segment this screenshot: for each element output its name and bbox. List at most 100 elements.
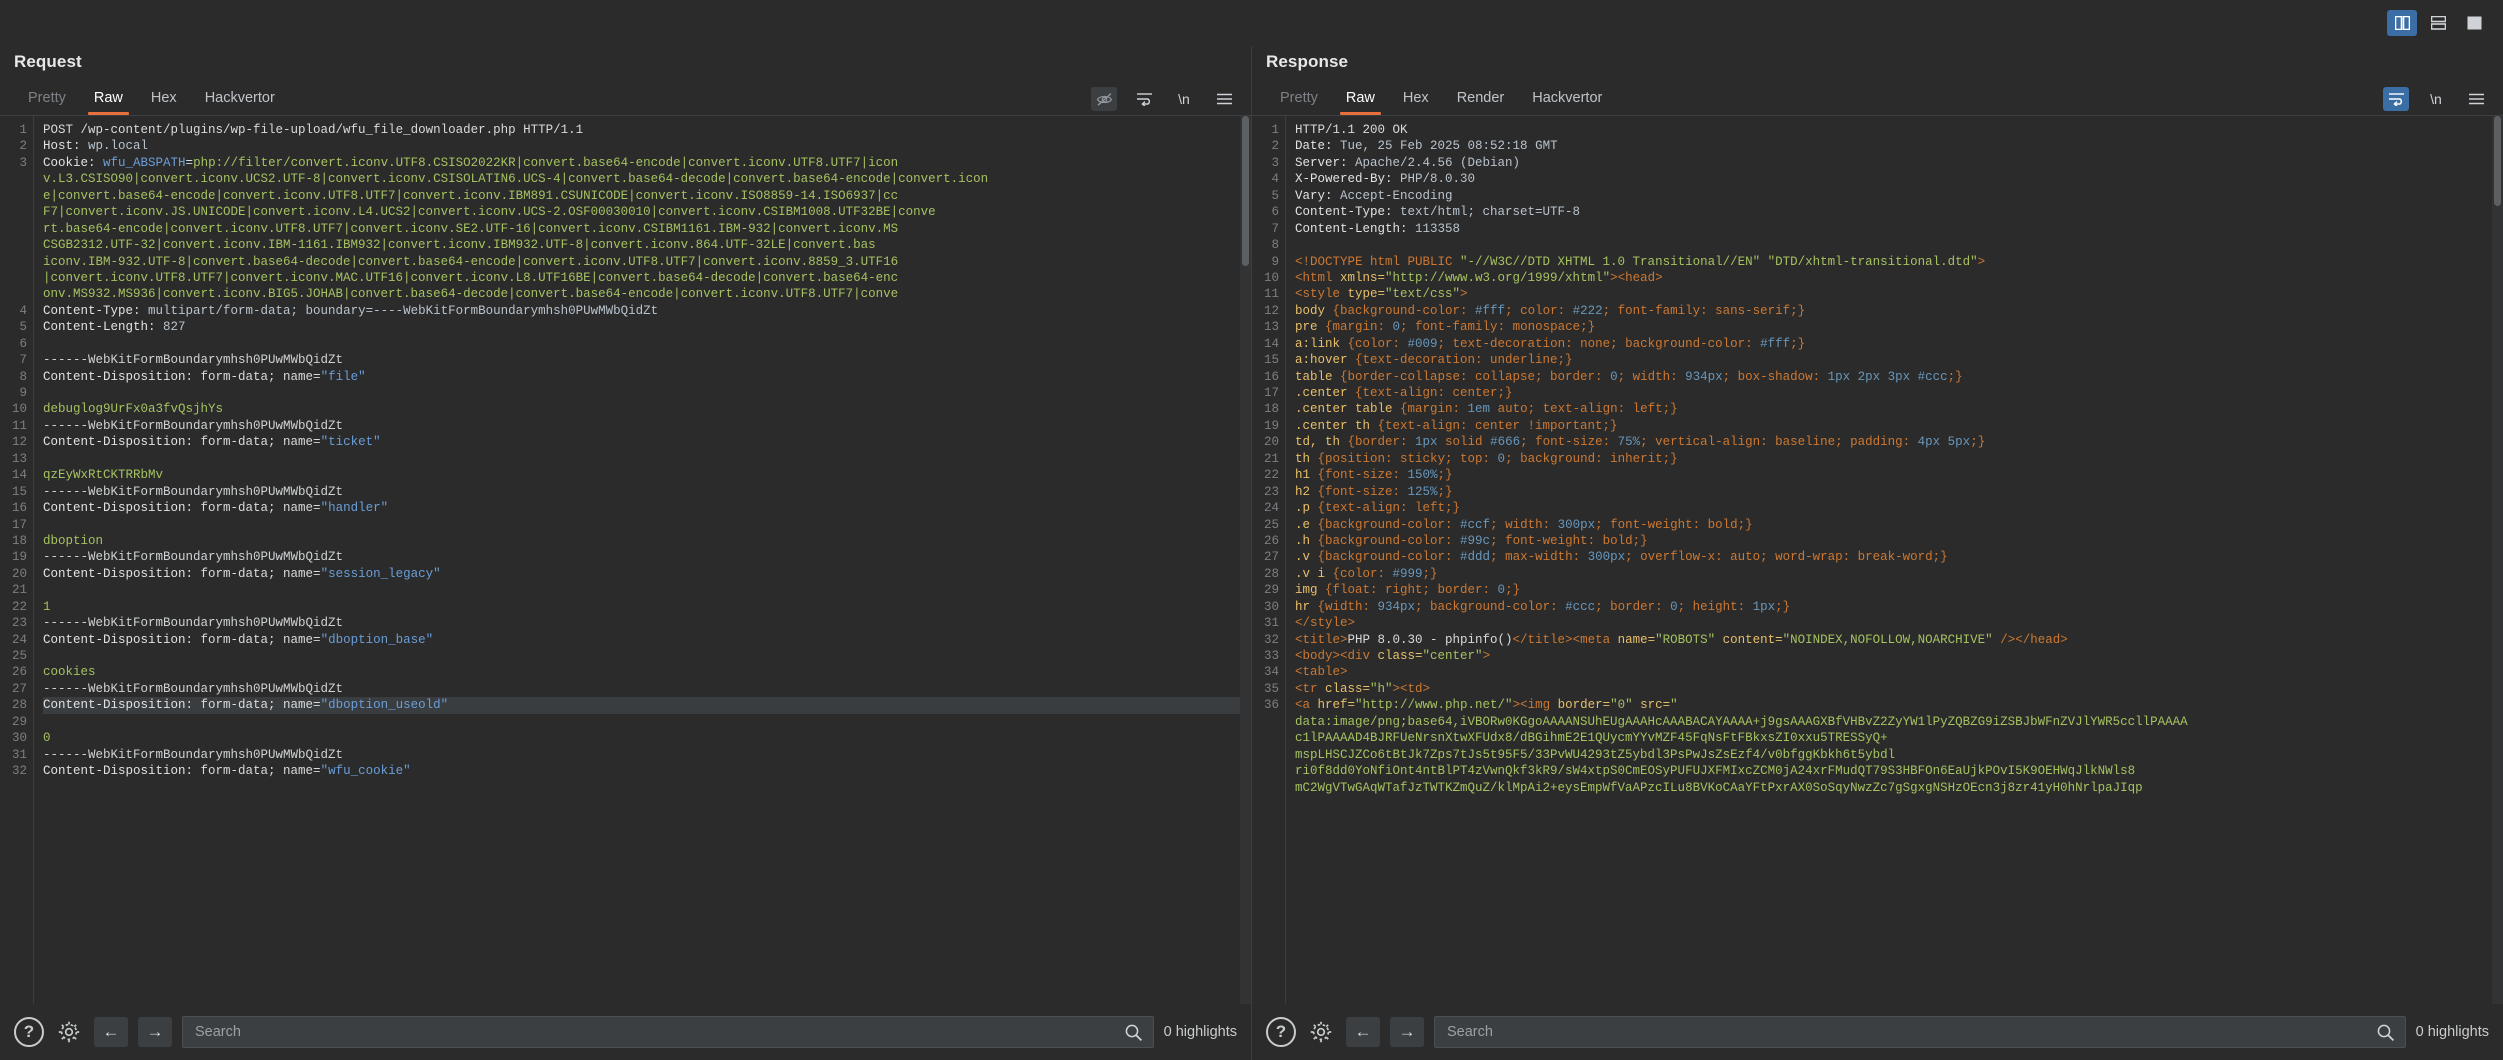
code-line[interactable]: mspLHSCJZCo6tBtJk7Zps7tJs5t95F5/33PvWU42… bbox=[1295, 747, 2503, 763]
code-line[interactable]: |convert.iconv.UTF8.UTF7|convert.iconv.M… bbox=[43, 270, 1251, 286]
code-line[interactable]: a:hover {text-decoration: underline;} bbox=[1295, 352, 2503, 368]
code-line[interactable]: </style> bbox=[1295, 615, 2503, 631]
code-line[interactable]: <table> bbox=[1295, 664, 2503, 680]
code-line[interactable]: ------WebKitFormBoundarymhsh0PUwMWbQidZt bbox=[43, 615, 1251, 631]
code-line[interactable]: 1 bbox=[43, 599, 1251, 615]
tab-request-raw[interactable]: Raw bbox=[80, 86, 137, 115]
code-line[interactable]: CSGB2312.UTF-32|convert.iconv.IBM-1161.I… bbox=[43, 237, 1251, 253]
code-line[interactable]: ------WebKitFormBoundarymhsh0PUwMWbQidZt bbox=[43, 549, 1251, 565]
code-line[interactable]: Content-Disposition: form-data; name="ha… bbox=[43, 500, 1251, 516]
code-line[interactable]: Cookie: wfu_ABSPATH=php://filter/convert… bbox=[43, 155, 1251, 171]
code-line[interactable]: F7|convert.iconv.JS.UNICODE|convert.icon… bbox=[43, 204, 1251, 220]
code-line[interactable] bbox=[43, 336, 1251, 352]
tab-response-pretty[interactable]: Pretty bbox=[1266, 86, 1332, 115]
code-line[interactable]: .center th {text-align: center !importan… bbox=[1295, 418, 2503, 434]
code-line[interactable]: Content-Length: 827 bbox=[43, 319, 1251, 335]
tab-response-hackvertor[interactable]: Hackvertor bbox=[1518, 86, 1616, 115]
word-wrap-icon-button[interactable] bbox=[1131, 87, 1157, 111]
code-line[interactable] bbox=[43, 451, 1251, 467]
tab-response-render[interactable]: Render bbox=[1443, 86, 1519, 115]
hide-eye-icon-button[interactable] bbox=[1091, 87, 1117, 111]
code-line[interactable]: hr {width: 934px; background-color: #ccc… bbox=[1295, 599, 2503, 615]
code-line[interactable]: Content-Disposition: form-data; name="se… bbox=[43, 566, 1251, 582]
code-line[interactable]: body {background-color: #fff; color: #22… bbox=[1295, 303, 2503, 319]
code-line[interactable]: e|convert.base64-encode|convert.iconv.UT… bbox=[43, 188, 1251, 204]
code-line[interactable]: .v {background-color: #ddd; max-width: 3… bbox=[1295, 549, 2503, 565]
code-line[interactable]: img {float: right; border: 0;} bbox=[1295, 582, 2503, 598]
code-line[interactable]: .p {text-align: left;} bbox=[1295, 500, 2503, 516]
code-line[interactable]: <tr class="h"><td> bbox=[1295, 681, 2503, 697]
code-line[interactable] bbox=[43, 385, 1251, 401]
code-line[interactable]: Content-Type: multipart/form-data; bound… bbox=[43, 303, 1251, 319]
code-line[interactable]: a:link {color: #009; text-decoration: no… bbox=[1295, 336, 2503, 352]
settings-gear-button[interactable] bbox=[1306, 1017, 1336, 1047]
request-scrollbar-thumb[interactable] bbox=[1242, 116, 1249, 266]
code-line[interactable]: .h {background-color: #99c; font-weight:… bbox=[1295, 533, 2503, 549]
code-line[interactable]: <html xmlns="http://www.w3.org/1999/xhtm… bbox=[1295, 270, 2503, 286]
code-line[interactable] bbox=[43, 648, 1251, 664]
code-line[interactable]: Host: wp.local bbox=[43, 138, 1251, 154]
code-line[interactable]: Content-Disposition: form-data; name="ti… bbox=[43, 434, 1251, 450]
tab-request-pretty[interactable]: Pretty bbox=[14, 86, 80, 115]
code-line[interactable]: ri0f8dd0YoNfiOnt4ntBlPT4zVwnQkf3kR9/sW4x… bbox=[1295, 763, 2503, 779]
request-editor[interactable]: 1 2 3 4 5 6 7 8 9 10 11 12 13 14 15 16 17 18 19 20 21 22 23 24 2… bbox=[0, 115, 1251, 1004]
code-line[interactable]: Content-Length: 113358 bbox=[1295, 221, 2503, 237]
code-line[interactable]: ------WebKitFormBoundarymhsh0PUwMWbQidZt bbox=[43, 352, 1251, 368]
code-line[interactable]: <title>PHP 8.0.30 - phpinfo()</title><me… bbox=[1295, 632, 2503, 648]
split-vertical-view-button[interactable] bbox=[2387, 10, 2417, 36]
code-line[interactable] bbox=[43, 582, 1251, 598]
code-line[interactable]: .e {background-color: #ccf; width: 300px… bbox=[1295, 517, 2503, 533]
show-newlines-icon-button[interactable]: \n bbox=[2423, 87, 2449, 111]
code-line[interactable]: ------WebKitFormBoundarymhsh0PUwMWbQidZt bbox=[43, 681, 1251, 697]
request-search-input[interactable] bbox=[193, 1023, 1124, 1041]
code-line[interactable]: Content-Disposition: form-data; name="wf… bbox=[43, 763, 1251, 779]
search-next-button[interactable]: → bbox=[138, 1017, 172, 1047]
code-line[interactable]: h1 {font-size: 150%;} bbox=[1295, 467, 2503, 483]
word-wrap-icon-button[interactable] bbox=[2383, 87, 2409, 111]
single-view-button[interactable] bbox=[2459, 10, 2489, 36]
code-line[interactable]: c1lPAAAAD4BJRFUeNrsnXtwXFUdx8/dBGihmE2E1… bbox=[1295, 730, 2503, 746]
tab-response-raw[interactable]: Raw bbox=[1332, 86, 1389, 115]
response-editor[interactable]: 1 2 3 4 5 6 7 8 9 10 11 12 13 14 15 16 17 18 19 20 21 22 23 24 2… bbox=[1252, 115, 2503, 1004]
code-line[interactable]: onv.MS932.MS936|convert.iconv.BIG5.JOHAB… bbox=[43, 286, 1251, 302]
code-line[interactable]: Content-Disposition: form-data; name="db… bbox=[43, 697, 1251, 714]
code-line[interactable]: iconv.IBM-932.UTF-8|convert.base64-decod… bbox=[43, 254, 1251, 270]
code-line[interactable]: data:image/png;base64,iVBORw0KGgoAAAANSU… bbox=[1295, 714, 2503, 730]
response-search-input[interactable] bbox=[1445, 1023, 2376, 1041]
request-search-box[interactable] bbox=[182, 1016, 1154, 1048]
code-line[interactable]: ------WebKitFormBoundarymhsh0PUwMWbQidZt bbox=[43, 484, 1251, 500]
editor-menu-icon-button[interactable] bbox=[1211, 87, 1237, 111]
tab-request-hex[interactable]: Hex bbox=[137, 86, 191, 115]
editor-menu-icon-button[interactable] bbox=[2463, 87, 2489, 111]
response-code-body[interactable]: HTTP/1.1 200 OK Date: Tue, 25 Feb 2025 08… bbox=[1286, 116, 2503, 1004]
code-line[interactable]: dboption bbox=[43, 533, 1251, 549]
code-line[interactable]: Vary: Accept-Encoding bbox=[1295, 188, 2503, 204]
code-line[interactable]: h2 {font-size: 125%;} bbox=[1295, 484, 2503, 500]
code-line[interactable]: th {position: sticky; top: 0; background… bbox=[1295, 451, 2503, 467]
code-line[interactable]: <body><div class="center"> bbox=[1295, 648, 2503, 664]
code-line[interactable]: v.L3.CSISO90|convert.iconv.UCS2.UTF-8|co… bbox=[43, 171, 1251, 187]
tab-request-hackvertor[interactable]: Hackvertor bbox=[191, 86, 289, 115]
code-line[interactable]: .center table {margin: 1em auto; text-al… bbox=[1295, 401, 2503, 417]
response-vertical-scrollbar[interactable] bbox=[2492, 116, 2503, 1004]
code-line[interactable] bbox=[43, 714, 1251, 730]
code-line[interactable]: POST /wp-content/plugins/wp-file-upload/… bbox=[43, 122, 1251, 138]
split-horizontal-view-button[interactable] bbox=[2423, 10, 2453, 36]
code-line[interactable]: HTTP/1.1 200 OK bbox=[1295, 122, 2503, 138]
code-line[interactable]: Content-Disposition: form-data; name="fi… bbox=[43, 369, 1251, 385]
code-line[interactable]: <style type="text/css"> bbox=[1295, 286, 2503, 302]
settings-gear-button[interactable] bbox=[54, 1017, 84, 1047]
search-prev-button[interactable]: ← bbox=[94, 1017, 128, 1047]
code-line[interactable]: X-Powered-By: PHP/8.0.30 bbox=[1295, 171, 2503, 187]
request-vertical-scrollbar[interactable] bbox=[1240, 116, 1251, 1004]
code-line[interactable]: .center {text-align: center;} bbox=[1295, 385, 2503, 401]
code-line[interactable]: Date: Tue, 25 Feb 2025 08:52:18 GMT bbox=[1295, 138, 2503, 154]
code-line[interactable]: table {border-collapse: collapse; border… bbox=[1295, 369, 2503, 385]
code-line[interactable]: debuglog9UrFx0a3fvQsjhYs bbox=[43, 401, 1251, 417]
code-line[interactable]: 0 bbox=[43, 730, 1251, 746]
request-code-body[interactable]: POST /wp-content/plugins/wp-file-upload/… bbox=[34, 116, 1251, 1004]
response-scrollbar-thumb[interactable] bbox=[2494, 116, 2501, 206]
code-line[interactable]: rt.base64-encode|convert.iconv.UTF8.UTF7… bbox=[43, 221, 1251, 237]
code-line[interactable]: Content-Disposition: form-data; name="db… bbox=[43, 632, 1251, 648]
code-line[interactable]: .v i {color: #999;} bbox=[1295, 566, 2503, 582]
